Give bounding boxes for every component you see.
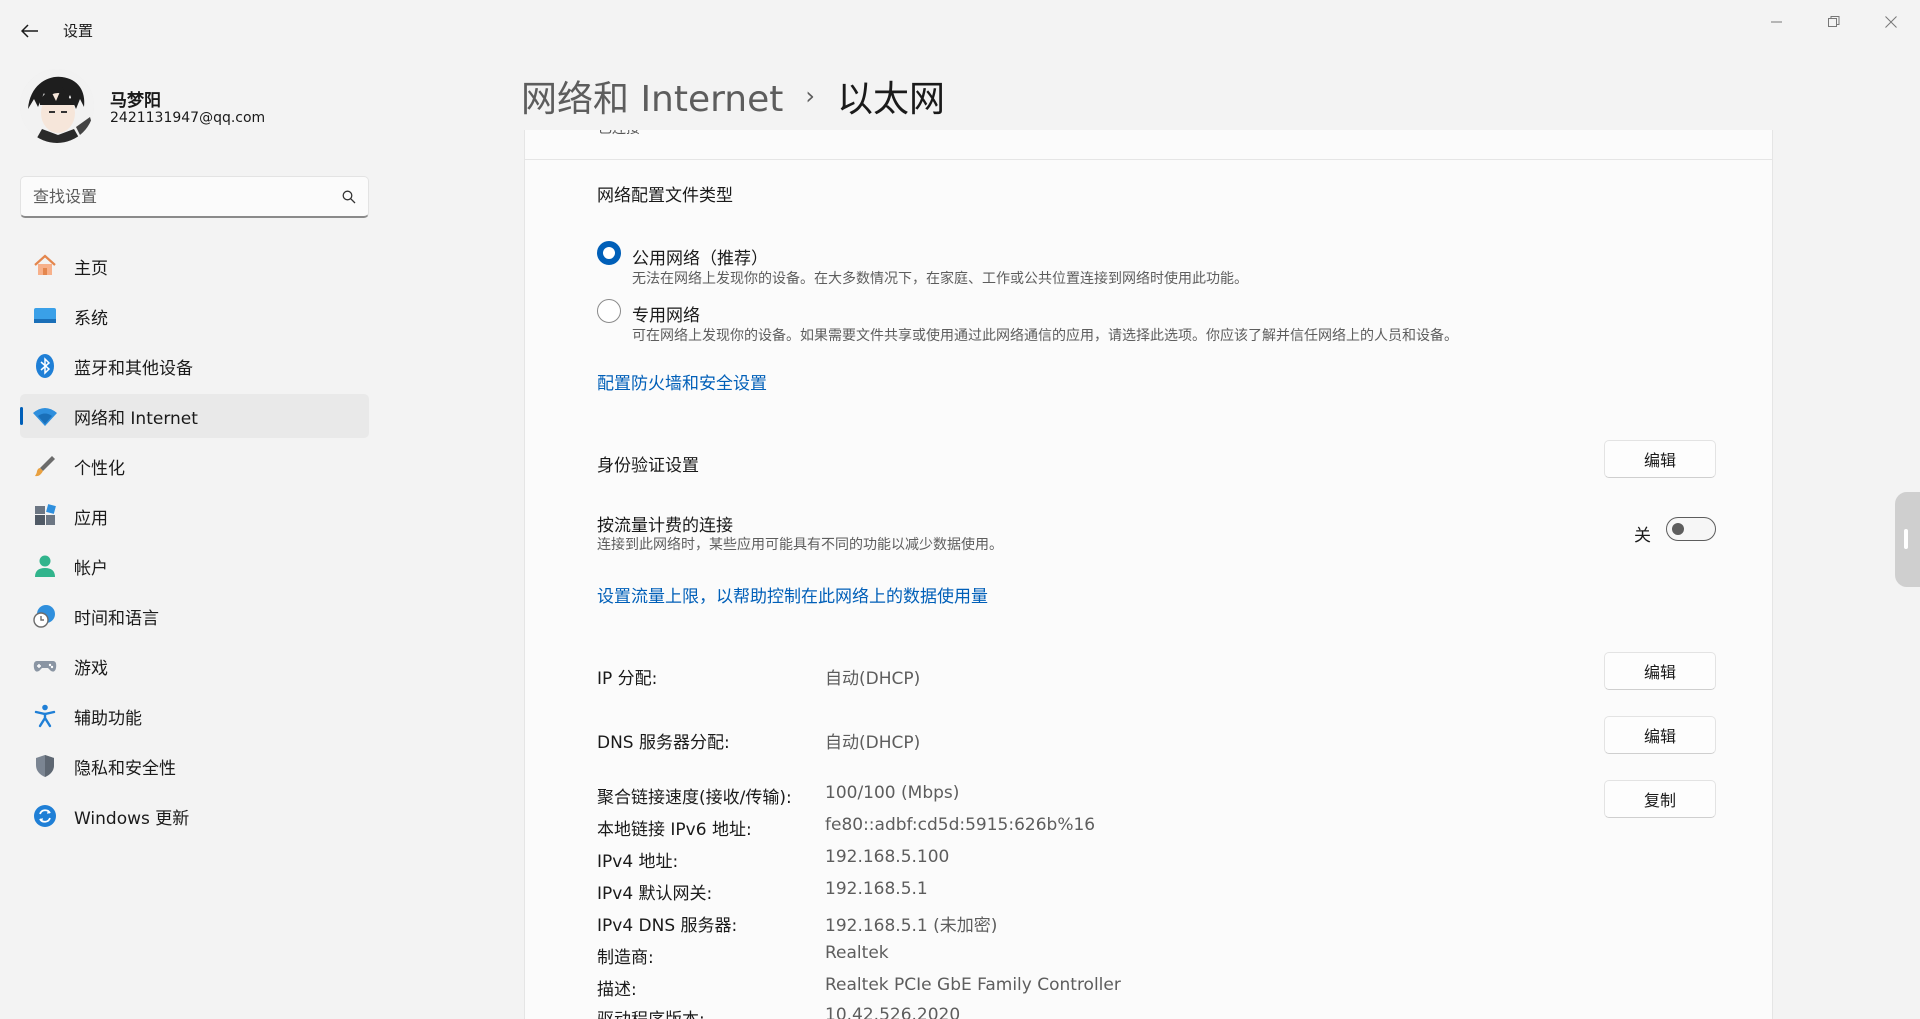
sidebar-item-label: 辅助功能 bbox=[74, 708, 142, 729]
cut-off-status: 已连接 bbox=[598, 130, 640, 138]
auth-edit-button[interactable]: 编辑 bbox=[1604, 440, 1716, 478]
sidebar-nav: 主页 系统 蓝牙和其他设备 网络和 Internet 个性化 应用 帐户 时间和… bbox=[20, 244, 369, 844]
minimize-icon bbox=[1771, 21, 1782, 23]
metered-toggle[interactable] bbox=[1666, 517, 1716, 541]
sidebar-item-windows-update[interactable]: Windows 更新 bbox=[20, 794, 369, 838]
breadcrumb-parent[interactable]: 网络和 Internet bbox=[521, 70, 783, 122]
card-top-strip: 已连接 bbox=[524, 130, 1773, 160]
restore-icon bbox=[1828, 16, 1840, 27]
apps-icon bbox=[32, 503, 58, 529]
property-value: 192.168.5.1 (未加密) bbox=[825, 916, 998, 936]
public-network-label[interactable]: 公用网络（推荐） bbox=[632, 244, 768, 269]
globe-clock-icon bbox=[32, 603, 58, 629]
user-email: 2421131947@qq.com bbox=[110, 110, 266, 126]
accessibility-icon bbox=[32, 703, 58, 729]
scrollbar-handle[interactable] bbox=[1895, 492, 1920, 587]
private-network-radio[interactable] bbox=[597, 299, 621, 323]
property-label: 驱动程序版本: bbox=[597, 1005, 705, 1019]
sidebar-item-label: 系统 bbox=[74, 308, 108, 329]
property-label: 描述: bbox=[597, 980, 637, 1000]
dns-edit-button[interactable]: 编辑 bbox=[1604, 716, 1716, 754]
ip-edit-button[interactable]: 编辑 bbox=[1604, 652, 1716, 690]
sidebar-item-bluetooth[interactable]: 蓝牙和其他设备 bbox=[20, 344, 369, 388]
property-value: 10.42.526.2020 bbox=[825, 1005, 961, 1019]
property-value: fe80::adbf:cd5d:5915:626b%16 bbox=[825, 815, 1096, 835]
breadcrumb: 网络和 Internet › 以太网 bbox=[521, 70, 945, 122]
metered-toggle-state: 关 bbox=[1634, 526, 1651, 546]
sidebar-item-home[interactable]: 主页 bbox=[20, 244, 369, 288]
property-value: 192.168.5.1 bbox=[825, 879, 928, 899]
metered-connection-label: 按流量计费的连接 bbox=[597, 516, 733, 536]
avatar-illustration bbox=[20, 69, 94, 143]
search-box[interactable] bbox=[20, 176, 369, 218]
system-icon bbox=[32, 303, 58, 329]
firewall-settings-link[interactable]: 配置防火墙和安全设置 bbox=[597, 369, 767, 394]
property-label: IPv4 地址: bbox=[597, 852, 679, 872]
sidebar-item-label: 网络和 Internet bbox=[74, 408, 198, 429]
sidebar-item-accessibility[interactable]: 辅助功能 bbox=[20, 694, 369, 738]
maximize-button[interactable] bbox=[1809, 6, 1859, 38]
sidebar-item-gaming[interactable]: 游戏 bbox=[20, 644, 369, 688]
dns-assignment-value: 自动(DHCP) bbox=[825, 733, 921, 753]
property-label: 聚合链接速度(接收/传输): bbox=[597, 788, 792, 808]
close-icon bbox=[1885, 16, 1897, 28]
sidebar-item-label: 应用 bbox=[74, 508, 108, 529]
sidebar-item-apps[interactable]: 应用 bbox=[20, 494, 369, 538]
page-title: 以太网 bbox=[837, 79, 946, 120]
property-label: 本地链接 IPv6 地址: bbox=[597, 820, 752, 840]
sidebar-item-personalization[interactable]: 个性化 bbox=[20, 444, 369, 488]
sidebar-item-label: 蓝牙和其他设备 bbox=[74, 358, 193, 379]
private-network-desc: 可在网络上发现你的设备。如果需要文件共享或使用通过此网络通信的应用，请选择此选项… bbox=[632, 328, 1458, 344]
search-icon[interactable] bbox=[342, 190, 356, 204]
sidebar-item-label: 隐私和安全性 bbox=[74, 758, 176, 779]
sidebar-item-label: 主页 bbox=[74, 258, 108, 279]
account-icon bbox=[32, 553, 58, 579]
property-value: 100/100 (Mbps) bbox=[825, 783, 960, 803]
update-icon bbox=[32, 803, 58, 829]
dns-assignment-label: DNS 服务器分配: bbox=[597, 733, 730, 753]
private-network-label[interactable]: 专用网络 bbox=[632, 301, 700, 326]
public-network-desc: 无法在网络上发现你的设备。在大多数情况下，在家庭、工作或公共位置连接到网络时使用… bbox=[632, 271, 1248, 287]
back-arrow-icon bbox=[21, 24, 38, 38]
property-value: 192.168.5.100 bbox=[825, 847, 950, 867]
sidebar-item-label: 时间和语言 bbox=[74, 608, 159, 629]
copy-button[interactable]: 复制 bbox=[1604, 780, 1716, 818]
avatar[interactable] bbox=[20, 69, 94, 143]
brush-icon bbox=[32, 453, 58, 479]
metered-connection-desc: 连接到此网络时，某些应用可能具有不同的功能以减少数据使用。 bbox=[597, 537, 1003, 553]
sidebar-item-time-language[interactable]: 时间和语言 bbox=[20, 594, 369, 638]
ip-assignment-value: 自动(DHCP) bbox=[825, 669, 921, 689]
app-title: 设置 bbox=[63, 22, 94, 40]
search-input[interactable] bbox=[33, 187, 342, 206]
property-value: Realtek PCIe GbE Family Controller bbox=[825, 975, 1121, 995]
property-label: IPv4 DNS 服务器: bbox=[597, 916, 738, 936]
sidebar-item-accounts[interactable]: 帐户 bbox=[20, 544, 369, 588]
sidebar-item-system[interactable]: 系统 bbox=[20, 294, 369, 338]
property-label: 制造商: bbox=[597, 948, 654, 968]
property-label: IPv4 默认网关: bbox=[597, 884, 713, 904]
bluetooth-icon bbox=[32, 353, 58, 379]
auth-settings-label: 身份验证设置 bbox=[597, 456, 699, 476]
close-button[interactable] bbox=[1866, 6, 1916, 38]
sidebar-item-privacy[interactable]: 隐私和安全性 bbox=[20, 744, 369, 788]
data-limit-link[interactable]: 设置流量上限，以帮助控制在此网络上的数据使用量 bbox=[597, 582, 988, 607]
property-value: Realtek bbox=[825, 943, 889, 963]
sidebar-item-label: Windows 更新 bbox=[74, 808, 190, 829]
public-network-radio[interactable] bbox=[597, 241, 621, 265]
ip-assignment-label: IP 分配: bbox=[597, 669, 658, 689]
gamepad-icon bbox=[32, 653, 58, 679]
sidebar-item-label: 帐户 bbox=[74, 558, 108, 579]
back-button[interactable] bbox=[14, 18, 46, 44]
minimize-button[interactable] bbox=[1752, 6, 1802, 38]
user-name: 马梦阳 bbox=[110, 91, 161, 111]
shield-icon bbox=[32, 753, 58, 779]
profile-type-title: 网络配置文件类型 bbox=[597, 186, 733, 206]
home-icon bbox=[32, 253, 58, 279]
sidebar-item-label: 游戏 bbox=[74, 658, 108, 679]
wifi-icon bbox=[32, 403, 58, 429]
breadcrumb-separator: › bbox=[805, 82, 815, 110]
sidebar-item-network[interactable]: 网络和 Internet bbox=[20, 394, 369, 438]
sidebar-item-label: 个性化 bbox=[74, 458, 125, 479]
